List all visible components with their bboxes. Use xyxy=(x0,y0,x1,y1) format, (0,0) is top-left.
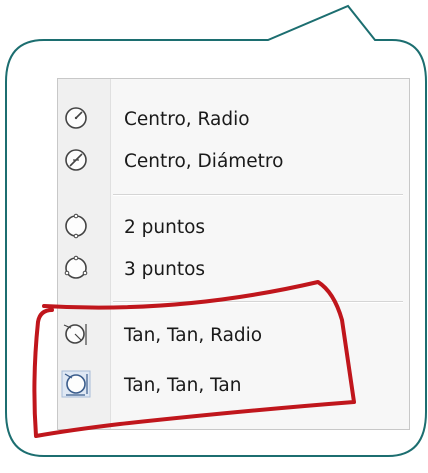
circle-tan-tan-radius-icon xyxy=(63,324,87,345)
menu-item-3-puntos[interactable]: 3 puntos xyxy=(58,247,409,291)
circle-dropdown-menu: Centro, Radio Centro, Diámetro 2 puntos … xyxy=(57,78,410,430)
circle-center-diameter-icon xyxy=(65,149,87,171)
menu-separator xyxy=(113,301,403,303)
circle-3-points-icon xyxy=(64,255,88,279)
menu-item-label: Centro, Diámetro xyxy=(124,150,284,172)
menu-item-centro-diametro[interactable]: Centro, Diámetro xyxy=(58,139,409,183)
menu-item-label: 3 puntos xyxy=(124,258,206,280)
menu-item-label: Tan, Tan, Radio xyxy=(124,324,263,346)
menu-item-label: Centro, Radio xyxy=(124,108,250,130)
menu-item-tan-tan-radio[interactable]: Tan, Tan, Radio xyxy=(58,313,409,357)
menu-separator xyxy=(113,194,403,196)
circle-center-radius-icon xyxy=(65,107,87,129)
menu-item-centro-radio[interactable]: Centro, Radio xyxy=(58,97,409,141)
circle-tan-tan-tan-icon xyxy=(61,370,91,398)
menu-item-label: Tan, Tan, Tan xyxy=(124,374,242,396)
circle-2-points-icon xyxy=(65,213,87,239)
menu-item-2-puntos[interactable]: 2 puntos xyxy=(58,205,409,249)
menu-item-tan-tan-tan[interactable]: Tan, Tan, Tan xyxy=(58,363,409,407)
menu-item-label: 2 puntos xyxy=(124,216,206,238)
